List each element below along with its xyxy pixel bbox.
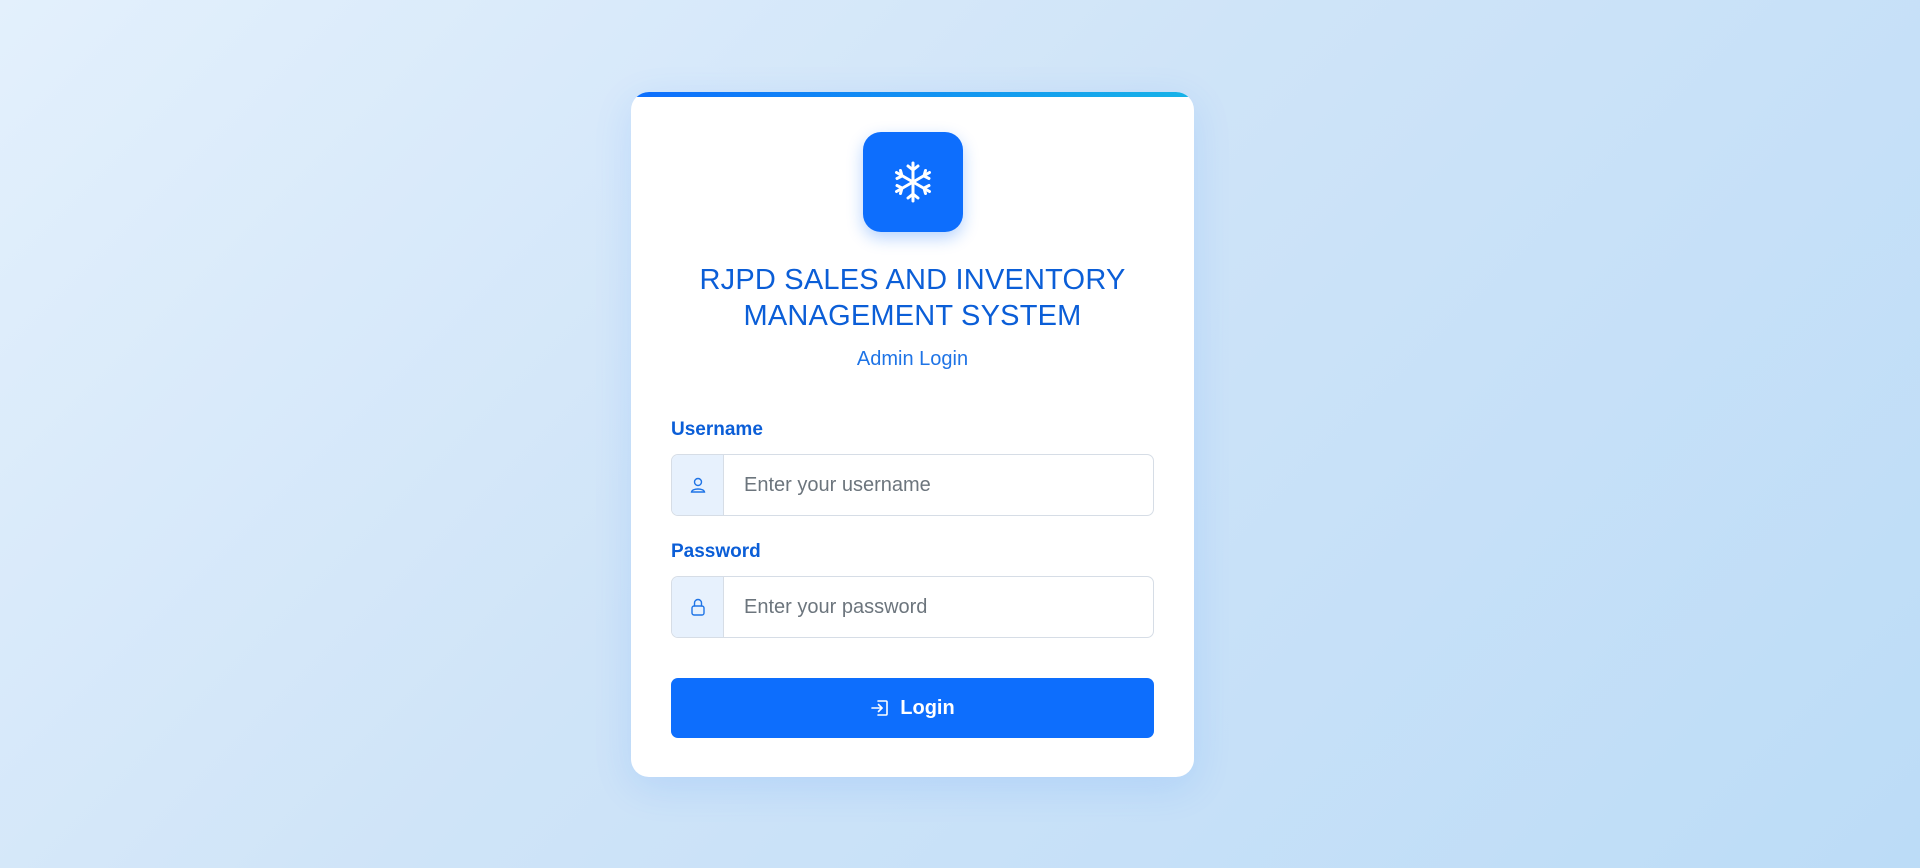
username-input-group xyxy=(671,454,1154,516)
username-addon xyxy=(672,455,724,515)
page-title-line-2: MANAGEMENT SYSTEM xyxy=(743,300,1082,332)
username-input[interactable] xyxy=(724,455,1153,515)
login-button-label: Login xyxy=(900,696,955,719)
password-addon xyxy=(672,577,724,637)
page-title: RJPD SALES AND INVENTORY MANAGEMENT SYST… xyxy=(631,262,1194,334)
username-label: Username xyxy=(671,419,763,440)
snowflake-icon xyxy=(895,161,931,203)
lock-icon xyxy=(690,598,705,616)
login-icon xyxy=(871,700,889,716)
card-accent-bar xyxy=(631,92,1194,97)
password-input-group xyxy=(671,576,1154,638)
page-title-line-1: RJPD SALES AND INVENTORY xyxy=(699,264,1126,296)
user-icon xyxy=(690,477,705,493)
login-button[interactable]: Login xyxy=(671,678,1154,738)
password-input[interactable] xyxy=(724,577,1153,637)
page-subtitle: Admin Login xyxy=(856,348,969,370)
login-card: RJPD SALES AND INVENTORY MANAGEMENT SYST… xyxy=(631,92,1194,777)
app-logo xyxy=(863,132,963,232)
password-label: Password xyxy=(671,541,761,562)
